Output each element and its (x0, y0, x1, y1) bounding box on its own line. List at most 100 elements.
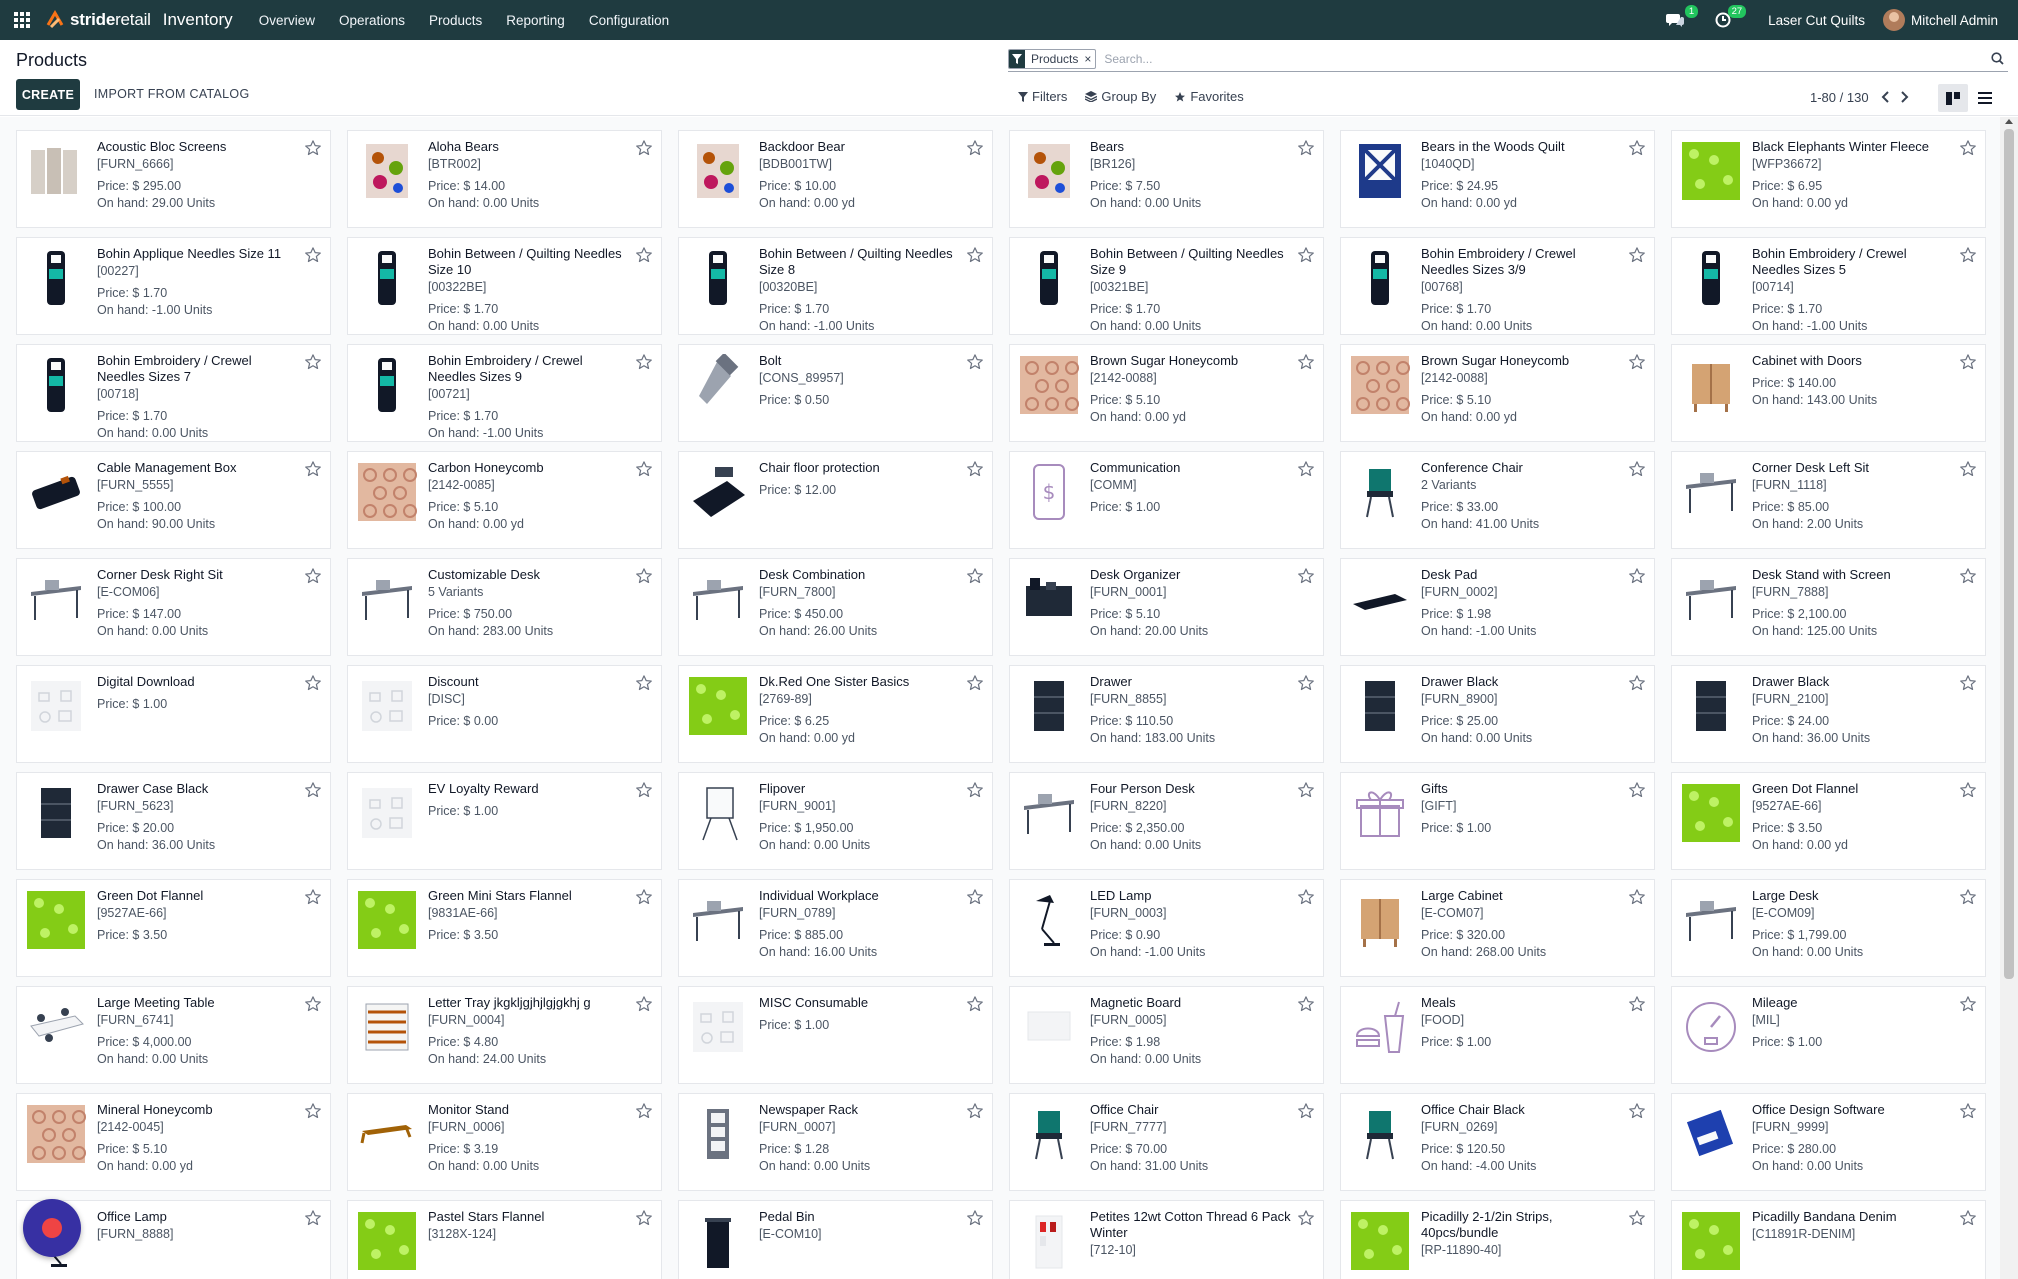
group-by-button[interactable]: Group By (1085, 89, 1156, 104)
product-card[interactable]: Brown Sugar Honeycomb [2142-0088] Price: $… (1340, 344, 1655, 442)
product-card[interactable]: Corner Desk Left Sit [FURN_1118] Price: $ … (1671, 451, 1986, 549)
favorite-star-button[interactable] (1297, 567, 1315, 585)
product-card[interactable]: Corner Desk Right Sit [E-COM06] Price: $ 1… (16, 558, 331, 656)
favorite-star-button[interactable] (1297, 995, 1315, 1013)
favorite-star-button[interactable] (1959, 460, 1977, 478)
product-card[interactable]: Bohin Embroidery / Crewel Needles Sizes … (16, 344, 331, 442)
favorite-star-button[interactable] (1628, 353, 1646, 371)
product-card[interactable]: Gifts [GIFT] Price: $ 1.00 (1340, 772, 1655, 870)
product-card[interactable]: Office Chair [FURN_7777] Price: $ 70.00 On … (1009, 1093, 1324, 1191)
product-card[interactable]: Cable Management Box [FURN_5555] Price: $ … (16, 451, 331, 549)
favorite-star-button[interactable] (1959, 995, 1977, 1013)
product-card[interactable]: Drawer [FURN_8855] Price: $ 110.50 On hand:… (1009, 665, 1324, 763)
filters-button[interactable]: Filters (1018, 89, 1067, 104)
product-card[interactable]: MISC Consumable Price: $ 1.00 (678, 986, 993, 1084)
facet-remove-button[interactable]: × (1084, 52, 1095, 66)
product-card[interactable]: Large Desk [E-COM09] Price: $ 1,799.00 On h… (1671, 879, 1986, 977)
list-view-button[interactable] (1970, 84, 2000, 112)
product-card[interactable]: Drawer Black [FURN_2100] Price: $ 24.00 On … (1671, 665, 1986, 763)
favorite-star-button[interactable] (304, 567, 322, 585)
favorite-star-button[interactable] (966, 460, 984, 478)
product-card[interactable]: Black Elephants Winter Fleece [WFP36672] P… (1671, 130, 1986, 228)
product-card[interactable]: EV Loyalty Reward Price: $ 1.00 (347, 772, 662, 870)
product-card[interactable]: Petites 12wt Cotton Thread 6 Pack Winter… (1009, 1200, 1324, 1279)
product-card[interactable]: Pastel Stars Flannel [3128X-124] (347, 1200, 662, 1279)
product-card[interactable]: Four Person Desk [FURN_8220] Price: $ 2,35… (1009, 772, 1324, 870)
favorite-star-button[interactable] (966, 353, 984, 371)
product-card[interactable]: Meals [FOOD] Price: $ 1.00 (1340, 986, 1655, 1084)
product-card[interactable]: Aloha Bears [BTR002] Price: $ 14.00 On hand… (347, 130, 662, 228)
favorite-star-button[interactable] (966, 1102, 984, 1120)
favorite-star-button[interactable] (1959, 246, 1977, 264)
product-card[interactable]: Bohin Between / Quilting Needles Size 10… (347, 237, 662, 335)
search-button[interactable] (1986, 48, 2008, 70)
menu-overview[interactable]: Overview (259, 13, 315, 28)
favorite-star-button[interactable] (1297, 353, 1315, 371)
product-card[interactable]: Newspaper Rack [FURN_0007] Price: $ 1.28 On… (678, 1093, 993, 1191)
product-card[interactable]: Letter Tray jkgkljgjhjlgjgkhj g [FURN_000… (347, 986, 662, 1084)
product-card[interactable]: Magnetic Board [FURN_0005] Price: $ 1.98 On… (1009, 986, 1324, 1084)
product-card[interactable]: Conference Chair 2 Variants Price: $ 33.00… (1340, 451, 1655, 549)
favorite-star-button[interactable] (635, 781, 653, 799)
favorite-star-button[interactable] (1959, 353, 1977, 371)
favorite-star-button[interactable] (304, 888, 322, 906)
favorite-star-button[interactable] (1628, 460, 1646, 478)
product-card[interactable]: Cabinet with Doors Price: $ 140.00 On hand… (1671, 344, 1986, 442)
favorite-star-button[interactable] (1959, 1209, 1977, 1227)
favorite-star-button[interactable] (966, 567, 984, 585)
product-card[interactable]: Large Cabinet [E-COM07] Price: $ 320.00 On … (1340, 879, 1655, 977)
favorite-star-button[interactable] (1297, 1209, 1315, 1227)
product-card[interactable]: Office Chair Black [FURN_0269] Price: $ 12… (1340, 1093, 1655, 1191)
product-card[interactable]: Bohin Between / Quilting Needles Size 9 [… (1009, 237, 1324, 335)
favorite-star-button[interactable] (635, 1209, 653, 1227)
favorite-star-button[interactable] (304, 460, 322, 478)
product-card[interactable]: Dk.Red One Sister Basics [2769-89] Price: … (678, 665, 993, 763)
product-card[interactable]: $ Communication [COMM] Price: $ 1.00 (1009, 451, 1324, 549)
menu-configuration[interactable]: Configuration (589, 13, 669, 28)
favorite-star-button[interactable] (1628, 995, 1646, 1013)
product-card[interactable]: Acoustic Bloc Screens [FURN_6666] Price: $… (16, 130, 331, 228)
product-card[interactable]: Desk Combination [FURN_7800] Price: $ 450.… (678, 558, 993, 656)
product-card[interactable]: Carbon Honeycomb [2142-0085] Price: $ 5.10… (347, 451, 662, 549)
product-card[interactable]: Green Dot Flannel [9527AE-66] Price: $ 3.5… (16, 879, 331, 977)
product-card[interactable]: Large Meeting Table [FURN_6741] Price: $ 4… (16, 986, 331, 1084)
favorite-star-button[interactable] (966, 781, 984, 799)
product-card[interactable]: Bohin Between / Quilting Needles Size 8 [… (678, 237, 993, 335)
favorite-star-button[interactable] (304, 995, 322, 1013)
favorite-star-button[interactable] (1959, 781, 1977, 799)
favorite-star-button[interactable] (304, 1209, 322, 1227)
favorite-star-button[interactable] (1297, 781, 1315, 799)
product-card[interactable]: LED Lamp [FURN_0003] Price: $ 0.90 On hand:… (1009, 879, 1324, 977)
company-switcher[interactable]: Laser Cut Quilts (1768, 13, 1865, 28)
scrollbar[interactable] (2000, 117, 2018, 1279)
product-card[interactable]: Bohin Applique Needles Size 11 [00227] Pri… (16, 237, 331, 335)
menu-products[interactable]: Products (429, 13, 482, 28)
product-card[interactable]: Brown Sugar Honeycomb [2142-0088] Price: $… (1009, 344, 1324, 442)
favorite-star-button[interactable] (1959, 674, 1977, 692)
product-card[interactable]: Bears in the Woods Quilt [1040QD] Price: $… (1340, 130, 1655, 228)
product-card[interactable]: Flipover [FURN_9001] Price: $ 1,950.00 On h… (678, 772, 993, 870)
favorite-star-button[interactable] (1297, 246, 1315, 264)
product-card[interactable]: Desk Stand with Screen [FURN_7888] Price: … (1671, 558, 1986, 656)
favorite-star-button[interactable] (1297, 139, 1315, 157)
favorite-star-button[interactable] (966, 139, 984, 157)
product-card[interactable]: Individual Workplace [FURN_0789] Price: $ … (678, 879, 993, 977)
favorite-star-button[interactable] (635, 353, 653, 371)
favorite-star-button[interactable] (1959, 139, 1977, 157)
favorite-star-button[interactable] (966, 1209, 984, 1227)
product-card[interactable]: Bolt [CONS_89957] Price: $ 0.50 (678, 344, 993, 442)
product-card[interactable]: Mileage [MIL] Price: $ 1.00 (1671, 986, 1986, 1084)
product-card[interactable]: Mineral Honeycomb [2142-0045] Price: $ 5.1… (16, 1093, 331, 1191)
product-card[interactable]: Picadilly 2-1/2in Strips, 40pcs/bundle [R… (1340, 1200, 1655, 1279)
favorite-star-button[interactable] (304, 781, 322, 799)
product-card[interactable]: Desk Pad [FURN_0002] Price: $ 1.98 On hand:… (1340, 558, 1655, 656)
menu-reporting[interactable]: Reporting (506, 13, 565, 28)
product-card[interactable]: Digital Download Price: $ 1.00 (16, 665, 331, 763)
favorite-star-button[interactable] (1628, 246, 1646, 264)
product-card[interactable]: Pedal Bin [E-COM10] (678, 1200, 993, 1279)
scroll-thumb[interactable] (2004, 129, 2014, 979)
messages-button[interactable]: 1 (1662, 5, 1699, 33)
import-from-catalog-button[interactable]: IMPORT FROM CATALOG (94, 87, 249, 101)
favorite-star-button[interactable] (1628, 1209, 1646, 1227)
favorite-star-button[interactable] (1628, 1102, 1646, 1120)
